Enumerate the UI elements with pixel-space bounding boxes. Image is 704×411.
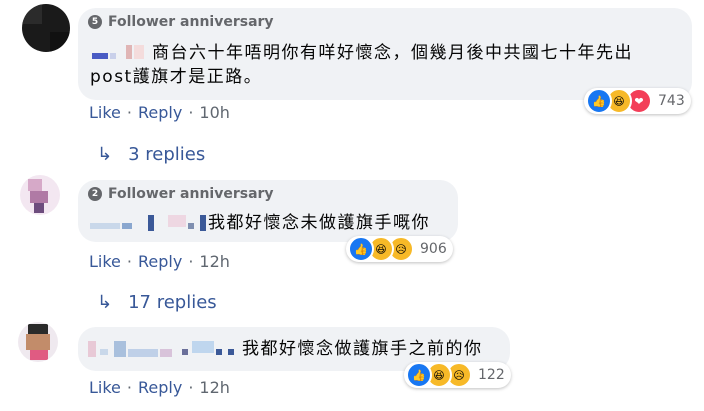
reply-arrow-icon: ↳ [97, 144, 113, 165]
like-icon: 👍 [348, 236, 374, 262]
comment-actions: Like · Reply · 10h [89, 103, 230, 122]
reaction-count: 743 [658, 93, 685, 109]
view-replies-link[interactable]: ↳ 3 replies [97, 144, 205, 165]
author-name[interactable] [90, 44, 152, 62]
separator: · [188, 378, 194, 397]
timestamp[interactable]: 10h [199, 103, 230, 122]
like-button[interactable]: Like [89, 103, 121, 122]
badge-label: Follower anniversary [108, 186, 274, 202]
comment-actions: Like · Reply · 12h [89, 378, 230, 397]
reaction-summary[interactable]: 👍 😆 😥 906 [346, 236, 453, 262]
reaction-count: 906 [420, 241, 447, 257]
reaction-summary[interactable]: 👍 😆 ❤ 743 [584, 88, 691, 114]
reply-button[interactable]: Reply [138, 103, 182, 122]
like-icon: 👍 [586, 88, 612, 114]
like-icon: 👍 [406, 362, 432, 388]
follower-anniversary-badge: 5 Follower anniversary [88, 14, 274, 30]
badge-number: 5 [88, 15, 102, 29]
comment-text-line1: 我都好懷念做護旗手之前的你 [242, 339, 483, 359]
comment-text: 商台六十年唔明你有咩好懷念，個幾月後中共國七十年先出 [90, 42, 633, 65]
like-button[interactable]: Like [89, 378, 121, 397]
comment-bubble: 5 Follower anniversary 商台六十年唔明你有咩好懷念，個幾月… [78, 8, 692, 100]
reply-button[interactable]: Reply [138, 252, 182, 271]
separator: · [126, 378, 132, 397]
separator: · [188, 103, 194, 122]
replies-count: 17 replies [128, 292, 217, 313]
replies-count: 3 replies [128, 144, 206, 165]
reply-button[interactable]: Reply [138, 378, 182, 397]
comment-text-line1: 商台六十年唔明你有咩好懷念，個幾月後中共國七十年先出 [152, 43, 633, 63]
follower-anniversary-badge: 2 Follower anniversary [88, 186, 274, 202]
separator: · [126, 103, 132, 122]
separator: · [188, 252, 194, 271]
author-name[interactable] [90, 214, 208, 232]
comment-text: 我都好懷念做護旗手之前的你 [88, 338, 483, 361]
reply-arrow-icon: ↳ [97, 292, 113, 313]
timestamp[interactable]: 12h [199, 378, 230, 397]
avatar[interactable] [20, 175, 60, 215]
comment-text: 我都好懷念未做護旗手嘅你 [90, 212, 430, 235]
reaction-count: 122 [478, 367, 505, 383]
timestamp[interactable]: 12h [199, 252, 230, 271]
avatar[interactable] [18, 322, 58, 362]
badge-number: 2 [88, 187, 102, 201]
separator: · [126, 252, 132, 271]
comment-text-cont: post護旗才是正路。 [90, 67, 263, 87]
author-name[interactable] [88, 340, 242, 358]
reaction-summary[interactable]: 👍 😆 😥 122 [404, 362, 511, 388]
view-replies-link[interactable]: ↳ 17 replies [97, 292, 217, 313]
comment-text-line1: 我都好懷念未做護旗手嘅你 [208, 213, 430, 233]
badge-label: Follower anniversary [108, 14, 274, 30]
avatar[interactable] [22, 4, 70, 52]
like-button[interactable]: Like [89, 252, 121, 271]
comment-actions: Like · Reply · 12h [89, 252, 230, 271]
comment-bubble: 2 Follower anniversary 我都好懷念未做護旗手嘅你 [78, 180, 458, 242]
